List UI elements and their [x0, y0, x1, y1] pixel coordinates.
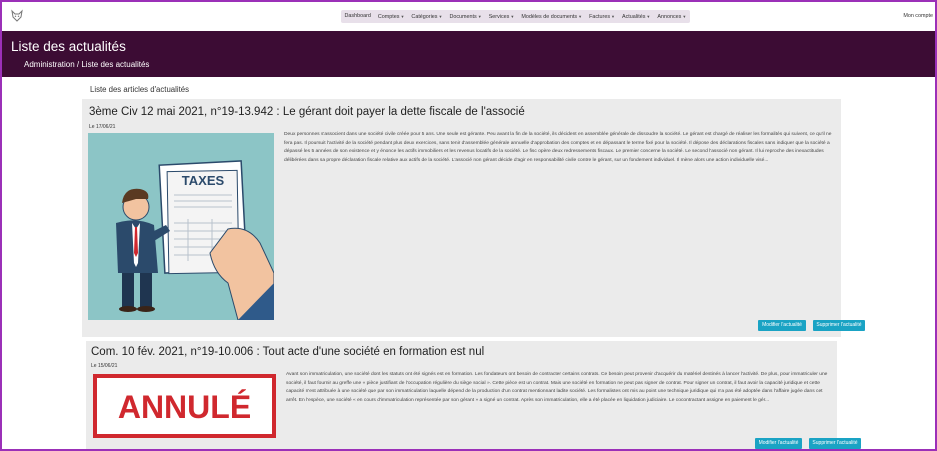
article-card: 3ème Civ 12 mai 2021, n°19-13.942 : Le g…	[82, 99, 865, 337]
annule-stamp-image: ANNULÉ	[93, 374, 276, 438]
breadcrumb: Administration / Liste des actualités	[24, 60, 150, 69]
menu-item-actualit-s[interactable]: Actualités▼	[619, 10, 654, 23]
menu-item-comptes[interactable]: Comptes▼	[374, 10, 408, 23]
edit-article-button[interactable]: Modifier l'actualité	[755, 438, 802, 449]
article-title[interactable]: Com. 10 fév. 2021, n°19-10.006 : Tout ac…	[91, 346, 484, 358]
section-title: Liste des articles d'actualités	[90, 85, 189, 94]
edit-article-button[interactable]: Modifier l'actualité	[758, 320, 806, 331]
menu-item-annonces[interactable]: Annonces▼	[654, 10, 690, 23]
main-menu: Dashboard Comptes▼ Catégories▼ Documents▼ Se…	[341, 10, 690, 23]
page-title: Liste des actualités	[11, 39, 126, 54]
article-excerpt: Deux personnes s'associent dans une soci…	[284, 132, 832, 163]
caret-down-icon: ▼	[646, 14, 651, 19]
delete-article-button[interactable]: Supprimer l'actualité	[809, 438, 861, 449]
menu-item-dashboard[interactable]: Dashboard	[341, 10, 374, 23]
page-header: Liste des actualités Administration / Li…	[2, 31, 935, 77]
article-title[interactable]: 3ème Civ 12 mai 2021, n°19-13.942 : Le g…	[89, 106, 525, 118]
article-date: Le 17/06/21	[89, 124, 116, 130]
article-date: Le 15/06/21	[91, 363, 118, 369]
top-navbar: Dashboard Comptes▼ Catégories▼ Documents▼ Se…	[2, 2, 935, 31]
menu-item-label: Factures	[589, 14, 611, 20]
menu-item-services[interactable]: Services▼	[485, 10, 518, 23]
menu-item-label: Comptes	[377, 14, 400, 20]
fox-logo-icon[interactable]	[10, 9, 24, 23]
menu-item-documents[interactable]: Documents▼	[446, 10, 485, 23]
menu-item-label: Annonces	[657, 14, 682, 20]
menu-item-mod-les-de-documents[interactable]: Modèles de documents▼	[518, 10, 586, 23]
menu-item-label: Services	[488, 14, 510, 20]
article-excerpt: Avant son immatriculation, une société d…	[286, 372, 828, 403]
caret-down-icon: ▼	[578, 14, 583, 19]
taxes-illustration: TAXES	[88, 133, 274, 320]
article-image: TAXES	[88, 133, 274, 320]
menu-item-label: Modèles de documents	[521, 14, 578, 20]
annule-label: ANNULÉ	[118, 389, 251, 425]
page-frame: Dashboard Comptes▼ Catégories▼ Documents▼ Se…	[0, 0, 937, 451]
menu-item-cat-gories[interactable]: Catégories▼	[408, 10, 446, 23]
menu-item-label: Actualités	[622, 14, 646, 20]
delete-article-button[interactable]: Supprimer l'actualité	[813, 320, 865, 331]
menu-item-label: Dashboard	[344, 13, 371, 19]
caret-down-icon: ▼	[438, 14, 443, 19]
caret-down-icon: ▼	[477, 14, 482, 19]
taxes-label: TAXES	[182, 173, 225, 188]
caret-down-icon: ▼	[611, 14, 616, 19]
caret-down-icon: ▼	[400, 14, 405, 19]
account-link[interactable]: Mon compte	[903, 13, 933, 19]
menu-item-label: Catégories	[411, 14, 438, 20]
caret-down-icon: ▼	[510, 14, 515, 19]
menu-item-label: Documents	[449, 14, 477, 20]
menu-item-factures[interactable]: Factures▼	[586, 10, 619, 23]
caret-down-icon: ▼	[682, 14, 687, 19]
article-image: ANNULÉ	[93, 374, 276, 438]
article-card: Com. 10 fév. 2021, n°19-10.006 : Tout ac…	[86, 341, 861, 449]
